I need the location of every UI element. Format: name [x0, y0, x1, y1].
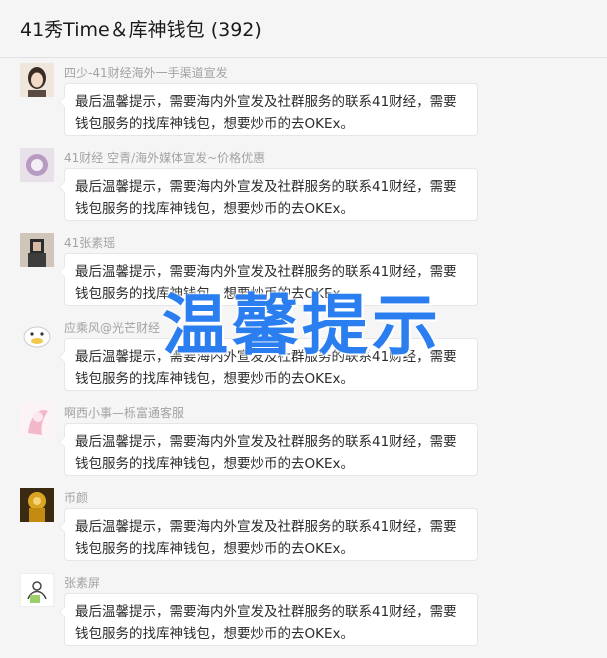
chat-title: 41秀Time＆库神钱包 (392): [20, 19, 262, 41]
message-bubble[interactable]: 最后温馨提示，需要海内外宣发及社群服务的联系41财经，需要钱包服务的找库神钱包，…: [59, 338, 478, 391]
avatar[interactable]: [20, 318, 54, 352]
message-bubble[interactable]: 最后温馨提示，需要海内外宣发及社群服务的联系41财经，需要钱包服务的找库神钱包，…: [59, 168, 478, 221]
avatar[interactable]: [20, 233, 54, 267]
sender-name[interactable]: 张素屏: [64, 574, 100, 591]
avatar[interactable]: [20, 573, 54, 607]
chat-header: 41秀Time＆库神钱包 (392): [0, 0, 607, 58]
chat-message: 41张素瑶 最后温馨提示，需要海内外宣发及社群服务的联系41财经，需要钱包服务的…: [0, 233, 607, 318]
chat-message: 币颜 最后温馨提示，需要海内外宣发及社群服务的联系41财经，需要钱包服务的找库神…: [0, 488, 607, 573]
sender-name[interactable]: 41财经 空青/海外媒体宣发~价格优惠: [64, 149, 265, 166]
sender-name[interactable]: 四少-41财经海外一手渠道宣发: [64, 64, 228, 81]
message-bubble[interactable]: 最后温馨提示，需要海内外宣发及社群服务的联系41财经，需要钱包服务的找库神钱包，…: [59, 83, 478, 136]
avatar[interactable]: [20, 148, 54, 182]
message-bubble[interactable]: 最后温馨提示，需要海内外宣发及社群服务的联系41财经，需要钱包服务的找库神钱包，…: [59, 423, 478, 476]
sender-name[interactable]: 41张素瑶: [64, 234, 115, 251]
message-bubble[interactable]: 最后温馨提示，需要海内外宣发及社群服务的联系41财经，需要钱包服务的找库神钱包，…: [59, 508, 478, 561]
sender-name[interactable]: 应乘风@光芒财经: [64, 319, 160, 336]
avatar[interactable]: [20, 403, 54, 437]
chat-message: 啊西小事—栎富通客服 最后温馨提示，需要海内外宣发及社群服务的联系41财经，需要…: [0, 403, 607, 488]
chat-message: 四少-41财经海外一手渠道宣发 最后温馨提示，需要海内外宣发及社群服务的联系41…: [0, 63, 607, 148]
avatar[interactable]: [20, 63, 54, 97]
message-bubble[interactable]: 最后温馨提示，需要海内外宣发及社群服务的联系41财经，需要钱包服务的找库神钱包，…: [59, 253, 478, 306]
chat-message: 41财经 空青/海外媒体宣发~价格优惠 最后温馨提示，需要海内外宣发及社群服务的…: [0, 148, 607, 233]
chat-message: 张素屏 最后温馨提示，需要海内外宣发及社群服务的联系41财经，需要钱包服务的找库…: [0, 573, 607, 658]
sender-name[interactable]: 啊西小事—栎富通客服: [64, 404, 184, 421]
sender-name[interactable]: 币颜: [64, 489, 88, 506]
avatar[interactable]: [20, 488, 54, 522]
message-bubble[interactable]: 最后温馨提示，需要海内外宣发及社群服务的联系41财经，需要钱包服务的找库神钱包，…: [59, 593, 478, 646]
chat-message: 应乘风@光芒财经 最后温馨提示，需要海内外宣发及社群服务的联系41财经，需要钱包…: [0, 318, 607, 403]
